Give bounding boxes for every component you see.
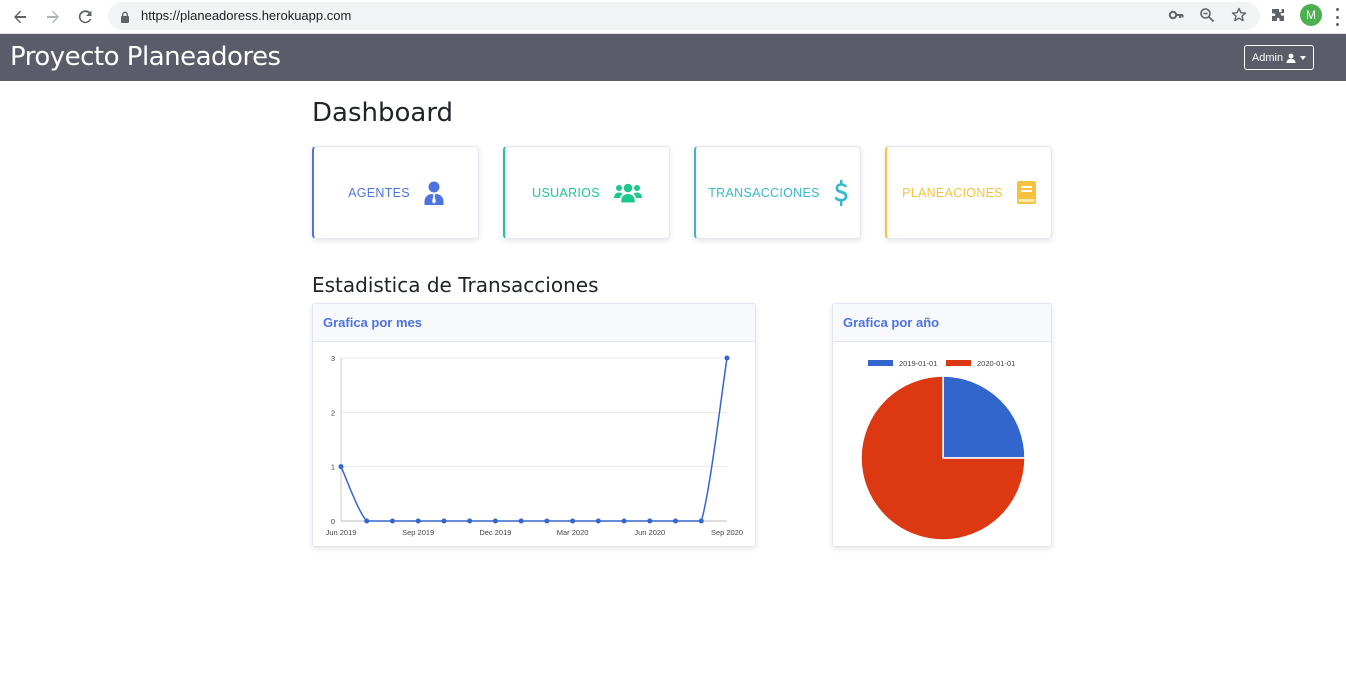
y-tick-label: 0 — [331, 517, 335, 526]
series-line — [340, 357, 728, 522]
y-tick-label: 2 — [331, 408, 335, 417]
data-point — [570, 518, 576, 524]
address-bar[interactable]: https://planeadoress.herokuapp.com — [108, 2, 1260, 30]
y-tick-label: 1 — [331, 463, 335, 472]
legend-label: 2020-01-01 — [977, 359, 1015, 368]
panel-title-mes: Grafica por mes — [313, 304, 755, 342]
book-icon — [1016, 181, 1036, 204]
card-label-usuarios: USUARIOS — [532, 185, 600, 200]
profile-avatar[interactable]: M — [1300, 4, 1322, 26]
data-point — [389, 518, 395, 524]
data-point — [492, 518, 498, 524]
card-usuarios[interactable]: USUARIOS — [503, 146, 670, 239]
brand-title[interactable]: Proyecto Planeadores — [10, 42, 281, 72]
users-icon — [613, 183, 642, 202]
section-title: Estadistica de Transacciones — [312, 273, 599, 297]
line-chart: 0 1 2 3 Jun 2019 Sep 2019 Dec 2019 Mar 2020 Jun … — [326, 354, 744, 537]
user-tie-icon — [424, 181, 444, 205]
pie-slice — [942, 375, 1026, 459]
x-tick-label: Mar 2020 — [557, 528, 589, 537]
card-planeaciones[interactable]: PLANEACIONES — [885, 146, 1052, 239]
legend-swatch — [868, 360, 893, 366]
card-transacciones[interactable]: TRANSACCIONES — [694, 146, 861, 239]
data-point — [415, 518, 421, 524]
data-point — [518, 518, 524, 524]
panel-grafica-anio: Grafica por año 2019-01-01 2020-01-01 — [832, 303, 1052, 547]
browser-toolbar: https://planeadoress.herokuapp.com M — [0, 0, 1346, 34]
data-point — [467, 518, 473, 524]
lock-icon — [120, 10, 130, 28]
forward-icon[interactable] — [41, 5, 65, 29]
key-icon[interactable] — [1165, 4, 1187, 26]
x-tick-label: Sep 2020 — [711, 528, 743, 537]
admin-dropdown-button[interactable]: Admin — [1244, 45, 1314, 70]
x-tick-label: Sep 2019 — [402, 528, 434, 537]
dollar-icon — [834, 179, 848, 206]
legend-label: 2019-01-01 — [899, 359, 937, 368]
reload-icon[interactable] — [73, 5, 97, 29]
x-tick-label: Jun 2020 — [634, 528, 665, 537]
extensions-icon[interactable] — [1267, 4, 1289, 26]
menu-icon[interactable] — [1334, 8, 1340, 26]
page-title: Dashboard — [312, 98, 454, 128]
data-point — [364, 518, 370, 524]
x-tick-label: Jun 2019 — [326, 528, 357, 537]
y-tick-label: 3 — [331, 354, 335, 363]
data-point — [441, 518, 447, 524]
data-point — [544, 518, 550, 524]
data-point — [595, 518, 601, 524]
legend-swatch — [946, 360, 971, 366]
chevron-down-icon — [1300, 55, 1307, 60]
star-icon[interactable] — [1228, 4, 1250, 26]
data-point — [698, 518, 704, 524]
data-point — [338, 464, 344, 470]
panel-grafica-mes: Grafica por mes 0 1 2 3 Jun 2019 Sep 2019 Dec … — [312, 303, 756, 547]
panel-title-anio: Grafica por año — [833, 304, 1051, 342]
back-icon[interactable] — [8, 5, 32, 29]
card-label-planeaciones: PLANEACIONES — [902, 185, 1003, 200]
data-point — [647, 518, 653, 524]
data-point — [673, 518, 679, 524]
user-icon — [1286, 53, 1296, 63]
pie-chart: 2019-01-01 2020-01-01 — [860, 359, 1026, 541]
admin-label: Admin — [1251, 51, 1284, 64]
app-navbar: Proyecto Planeadores Admin — [0, 34, 1346, 81]
card-label-transacciones: TRANSACCIONES — [708, 185, 820, 200]
x-tick-label: Dec 2019 — [479, 528, 511, 537]
card-label-agentes: AGENTES — [348, 185, 410, 200]
zoom-icon[interactable] — [1196, 4, 1218, 26]
data-point — [621, 518, 627, 524]
url-text: https://planeadoress.herokuapp.com — [141, 8, 352, 23]
data-point — [724, 355, 730, 361]
card-agentes[interactable]: AGENTES — [312, 146, 479, 239]
